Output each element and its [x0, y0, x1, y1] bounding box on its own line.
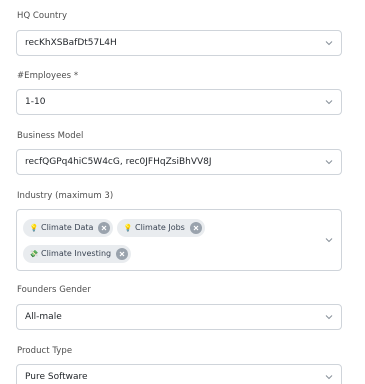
chevron-down-icon — [325, 375, 333, 380]
employees-label: #Employees * — [17, 71, 79, 81]
product-type-value: Pure Software — [25, 372, 88, 382]
chevron-down-icon — [325, 160, 333, 165]
business-model-label: Business Model — [17, 131, 84, 141]
industry-multiselect[interactable]: 💡 Climate Data 💡 Climate Jobs 💸 Climate Inv… — [16, 209, 342, 271]
chevron-down-icon — [325, 315, 333, 320]
chevron-down-icon — [325, 41, 333, 46]
industry-chip: 💸 Climate Investing — [23, 245, 132, 263]
industry-chip: 💡 Climate Data — [23, 219, 114, 237]
founders-gender-label: Founders Gender — [17, 285, 91, 295]
industry-label: Industry (maximum 3) — [17, 191, 114, 201]
bulb-icon: 💡 — [29, 224, 39, 232]
employees-select[interactable]: 1-10 — [16, 89, 342, 115]
hq-country-select[interactable]: recKhXSBafDt57L4H — [16, 30, 342, 56]
chip-label: Climate Investing — [41, 249, 112, 258]
bulb-icon: 💡 — [123, 224, 133, 232]
product-type-label: Product Type — [17, 346, 73, 356]
chevron-down-icon — [325, 238, 333, 243]
hq-country-value: recKhXSBafDt57L4H — [25, 38, 117, 48]
business-model-select[interactable]: recfQGPq4hiC5W4cG, rec0JFHqZsiBhVV8J — [16, 149, 342, 175]
hq-country-label: HQ Country — [17, 11, 68, 21]
employees-value: 1-10 — [25, 97, 46, 107]
chip-label: Climate Jobs — [135, 223, 185, 232]
close-circle-icon[interactable] — [189, 222, 202, 234]
close-circle-icon[interactable] — [116, 248, 129, 260]
founders-gender-value: All-male — [25, 312, 62, 322]
chip-label: Climate Data — [41, 223, 94, 232]
founders-gender-select[interactable]: All-male — [16, 304, 342, 330]
money-icon: 💸 — [29, 250, 39, 258]
product-type-select[interactable]: Pure Software — [16, 364, 342, 384]
close-circle-icon[interactable] — [98, 222, 111, 234]
company-form: HQ Country recKhXSBafDt57L4H #Employees … — [0, 0, 365, 384]
chevron-down-icon — [325, 100, 333, 105]
business-model-value: recfQGPq4hiC5W4cG, rec0JFHqZsiBhVV8J — [25, 157, 212, 167]
industry-chip: 💡 Climate Jobs — [117, 219, 205, 237]
